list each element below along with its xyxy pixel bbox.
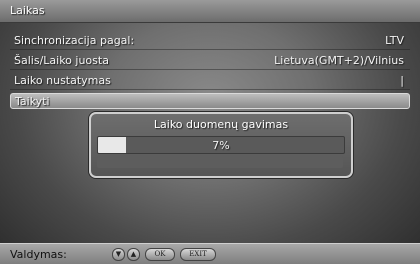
setting-value: LTV [385,34,404,47]
progress-text: 7% [212,139,230,152]
setting-row-time-setting[interactable]: Laiko nustatymas | [10,71,410,90]
dialog-bottom-bar [97,156,343,168]
apply-label: Taikyti [15,95,50,108]
apply-button[interactable]: Taikyti [10,93,410,109]
arrow-down-icon[interactable]: ▼ [112,248,125,261]
window-title: Laikas [10,4,45,17]
progress-bar: 7% [97,136,345,154]
dialog-title: Laiko duomenų gavimas [153,118,289,131]
arrow-up-icon[interactable]: ▲ [127,248,140,261]
title-bar: Laikas [0,0,420,23]
footer-bar: Valdymas: ▼ ▲ OK EXIT [0,243,420,264]
setting-value: Lietuva(GMT+2)/Vilnius [274,54,404,67]
exit-button[interactable]: EXIT [180,248,216,261]
setting-row-timezone[interactable]: Šalis/Laiko juosta Lietuva(GMT+2)/Vilniu… [10,51,410,70]
setting-value: | [400,74,404,87]
setting-label: Laiko nustatymas [14,74,111,87]
ok-button[interactable]: OK [145,248,175,261]
progress-dialog: Laiko duomenų gavimas 7% [89,112,353,178]
tv-screen: Laikas Sinchronizacija pagal: LTV Šalis/… [0,0,420,264]
footer-label: Valdymas: [10,248,67,261]
setting-label: Šalis/Laiko juosta [14,54,109,67]
setting-row-sync-source[interactable]: Sinchronizacija pagal: LTV [10,31,410,50]
setting-label: Sinchronizacija pagal: [14,34,135,47]
